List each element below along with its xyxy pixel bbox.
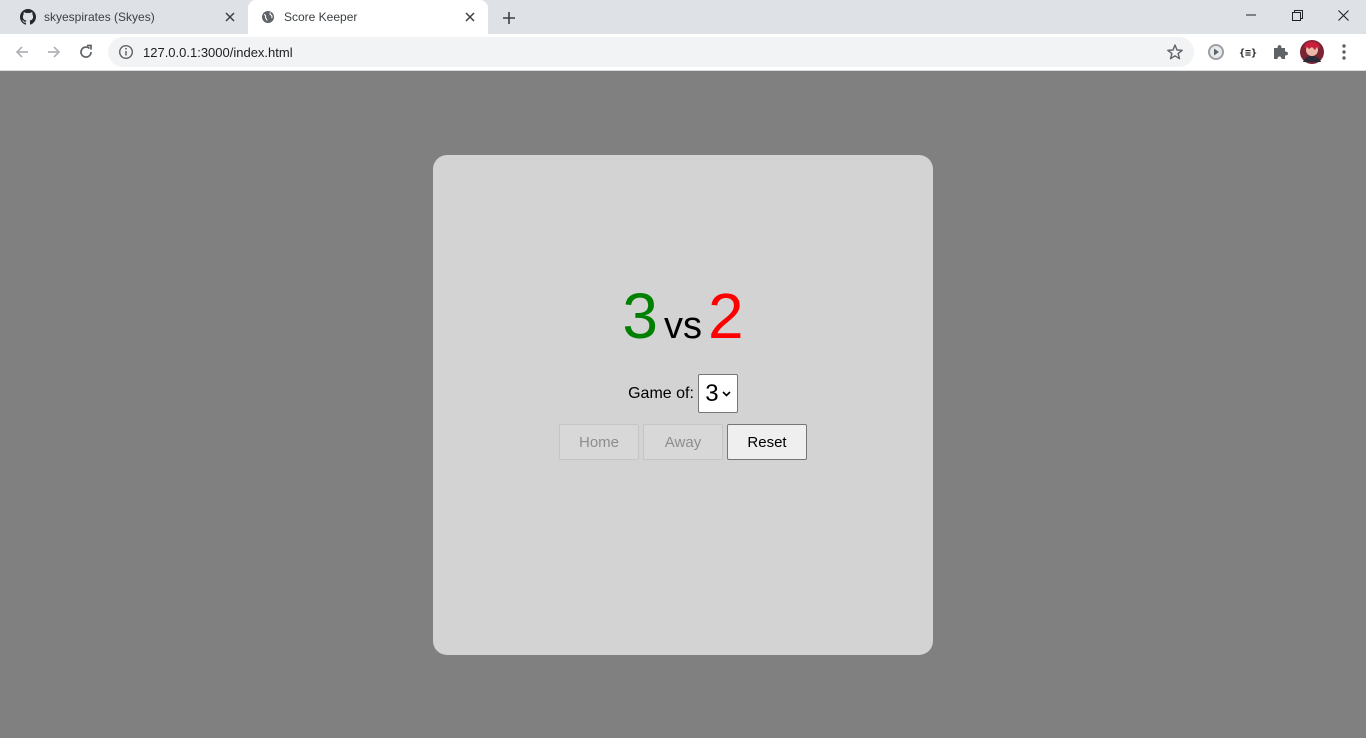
browser-menu-icon[interactable] — [1334, 42, 1354, 62]
forward-icon[interactable] — [41, 40, 67, 64]
vs-label: vs — [664, 305, 702, 347]
json-extension-icon[interactable]: {≡} — [1238, 42, 1258, 62]
svg-text:{≡}: {≡} — [1239, 48, 1257, 59]
game-of-select[interactable]: 3 — [697, 374, 738, 413]
tab-title: skyespirates (Skyes) — [44, 10, 155, 24]
close-window-button[interactable] — [1320, 0, 1366, 30]
reload-icon[interactable] — [73, 40, 99, 64]
globe-icon — [260, 9, 276, 25]
chevron-down-icon — [722, 390, 731, 397]
media-play-extension-icon[interactable] — [1206, 42, 1226, 62]
score-keeper-card: 3 vs2 Game of: 3 Home Away Reset — [433, 155, 933, 655]
tab-github[interactable]: skyespirates (Skyes) — [8, 0, 248, 34]
minimize-button[interactable] — [1228, 0, 1274, 30]
close-tab-icon[interactable] — [462, 9, 478, 25]
close-tab-icon[interactable] — [222, 9, 238, 25]
address-bar[interactable]: 127.0.0.1:3000/index.html — [108, 37, 1194, 67]
page-viewport: 3 vs2 Game of: 3 Home Away Reset — [0, 71, 1366, 738]
game-of-row: Game of: 3 — [433, 374, 933, 413]
new-tab-button[interactable] — [498, 7, 520, 29]
tab-strip: skyespirates (Skyes) Score Keeper — [0, 0, 1366, 34]
url-text: 127.0.0.1:3000/index.html — [143, 45, 293, 60]
scoreboard: 3 vs2 — [433, 277, 933, 355]
away-score: 2 — [708, 280, 744, 352]
info-icon[interactable] — [118, 44, 134, 60]
game-of-label: Game of: — [628, 384, 694, 402]
reset-button[interactable]: Reset — [727, 424, 807, 460]
extensions-puzzle-icon[interactable] — [1270, 42, 1290, 62]
home-score: 3 — [622, 280, 658, 352]
away-button[interactable]: Away — [643, 424, 723, 460]
score-buttons: Home Away Reset — [433, 424, 933, 460]
github-icon — [20, 9, 36, 25]
browser-toolbar: 127.0.0.1:3000/index.html {≡} — [0, 34, 1366, 71]
game-of-selected-value: 3 — [705, 379, 719, 407]
tab-score-keeper[interactable]: Score Keeper — [248, 0, 488, 34]
restore-button[interactable] — [1274, 0, 1320, 30]
home-button[interactable]: Home — [559, 424, 639, 460]
back-icon[interactable] — [9, 40, 35, 64]
tab-title: Score Keeper — [284, 10, 358, 24]
bookmark-star-icon[interactable] — [1166, 43, 1184, 61]
profile-avatar-icon[interactable] — [1300, 40, 1324, 64]
